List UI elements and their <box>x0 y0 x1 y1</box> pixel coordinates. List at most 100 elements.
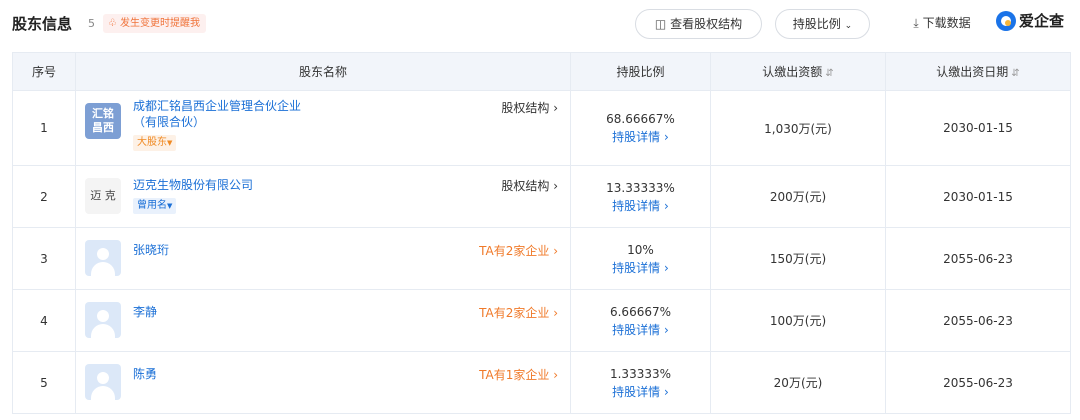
col-header-ratio: 持股比例 <box>570 52 711 91</box>
section-title: 股东信息 <box>12 15 73 33</box>
person-avatar <box>85 240 121 276</box>
share-ratio: 10% <box>627 242 654 257</box>
holding-detail-link[interactable]: 持股详情 › <box>571 259 710 277</box>
shareholder-name-link[interactable]: 成都汇铭昌西企业管理合伙企业 <box>133 98 301 114</box>
holding-detail-link[interactable]: 持股详情 › <box>571 383 710 401</box>
tag-label: 曾用名 <box>137 200 167 211</box>
company-logo-avatar: 迈 克 <box>85 178 121 214</box>
related-companies-link[interactable]: TA有2家企业 › <box>479 242 558 259</box>
date-cell: 2030-01-15 <box>885 165 1071 228</box>
brand-logo: 爱企查 <box>996 10 1064 38</box>
download-button[interactable]: ⤓ 下载数据 <box>896 9 988 39</box>
chevron-right-icon: › <box>553 368 558 382</box>
col-header-idx: 序号 <box>12 52 76 91</box>
equity-structure-label: 股权结构 <box>501 179 550 193</box>
caret-down-icon: ▼ <box>167 202 173 210</box>
shareholder-name-link[interactable]: 张晓珩 <box>133 242 169 258</box>
ratio-cell: 10% 持股详情 › <box>570 227 711 290</box>
shareholder-name-link[interactable]: 迈克生物股份有限公司 <box>133 177 253 193</box>
chevron-right-icon: › <box>553 101 558 115</box>
logo-text: 爱企查 <box>1019 12 1065 30</box>
holding-detail-link[interactable]: 持股详情 › <box>571 197 710 215</box>
col-header-amount-label: 认缴出资额 <box>762 65 823 79</box>
share-ratio: 68.66667% <box>606 112 675 126</box>
sort-icon[interactable]: ⇵ <box>1011 68 1019 79</box>
equity-structure-link[interactable]: 股权结构 › <box>501 99 558 116</box>
caret-down-icon: ▼ <box>167 139 173 147</box>
chevron-right-icon: › <box>664 260 669 275</box>
chevron-right-icon: › <box>553 179 558 193</box>
holding-detail-label: 持股详情 <box>612 384 661 399</box>
holding-detail-label: 持股详情 <box>612 322 661 337</box>
shareholder-cell: 张晓珩 TA有2家企业 › <box>75 227 571 290</box>
holding-detail-label: 持股详情 <box>612 260 661 275</box>
download-label: 下载数据 <box>922 16 971 30</box>
ratio-cell: 6.66667% 持股详情 › <box>570 289 711 352</box>
ratio-sort-label: 持股比例 <box>792 17 841 31</box>
section-header: 股东信息 5 ♧ 发生变更时提醒我 ◫ 查看股权结构 持股比例 ⌄ ⤓ 下载数据 爱企… <box>0 0 1080 48</box>
tag-label: 大股东 <box>137 137 167 148</box>
person-avatar <box>85 302 121 338</box>
person-avatar <box>85 364 121 400</box>
shareholder-cell: 汇铭 昌西 成都汇铭昌西企业管理合伙企业 （有限合伙） 大股东▼ 股权结构 › <box>75 90 571 166</box>
row-index: 2 <box>12 165 76 228</box>
ratio-sort-dropdown[interactable]: 持股比例 ⌄ <box>775 9 870 39</box>
shareholder-cell: 陈勇 TA有1家企业 › <box>75 351 571 414</box>
table-row: 2 迈 克 迈克生物股份有限公司 曾用名▼ 股权结构 › 13.33333% 持… <box>12 165 1071 228</box>
date-cell: 2055-06-23 <box>885 227 1071 290</box>
equity-structure-link[interactable]: 股权结构 › <box>501 177 558 194</box>
date-cell: 2055-06-23 <box>885 289 1071 352</box>
view-structure-button[interactable]: ◫ 查看股权结构 <box>635 9 762 39</box>
col-header-name: 股东名称 <box>75 52 571 91</box>
company-logo-avatar: 汇铭 昌西 <box>85 103 121 139</box>
sort-icon[interactable]: ⇵ <box>825 68 833 79</box>
ratio-cell: 1.33333% 持股详情 › <box>570 351 711 414</box>
chevron-right-icon: › <box>664 198 669 213</box>
shareholder-name-link[interactable]: 陈勇 <box>133 366 157 382</box>
download-icon: ⤓ <box>913 16 919 30</box>
share-ratio: 6.66667% <box>609 304 672 319</box>
share-ratio: 13.33333% <box>606 180 675 195</box>
shareholder-name-link[interactable]: 李静 <box>133 304 157 320</box>
row-index: 3 <box>12 227 76 290</box>
related-companies-link[interactable]: TA有1家企业 › <box>479 366 558 383</box>
amount-cell: 150万(元) <box>710 227 886 290</box>
related-companies-link[interactable]: TA有2家企业 › <box>479 304 558 321</box>
shareholder-count: 5 <box>88 17 95 30</box>
former-name-tag[interactable]: 曾用名▼ <box>133 198 177 214</box>
structure-icon: ◫ <box>654 17 667 31</box>
share-ratio: 1.33333% <box>609 366 672 381</box>
change-remind-button[interactable]: ♧ 发生变更时提醒我 <box>103 14 206 33</box>
chevron-right-icon: › <box>664 384 669 399</box>
chevron-right-icon: › <box>553 244 558 258</box>
col-header-date-label: 认缴出资日期 <box>936 65 1009 79</box>
holding-detail-link[interactable]: 持股详情 › <box>571 128 710 146</box>
related-companies-label: TA有2家企业 <box>479 306 550 320</box>
table-header-row: 序号 股东名称 持股比例 认缴出资额 ⇵ 认缴出资日期 ⇵ <box>12 52 1071 91</box>
remind-label: 发生变更时提醒我 <box>119 18 200 29</box>
table-row: 4 李静 TA有2家企业 › 6.66667% 持股详情 › 100万(元) 2… <box>12 289 1071 352</box>
shareholder-cell: 迈 克 迈克生物股份有限公司 曾用名▼ 股权结构 › <box>75 165 571 228</box>
amount-cell: 200万(元) <box>710 165 886 228</box>
chevron-right-icon: › <box>664 322 669 337</box>
holding-detail-link[interactable]: 持股详情 › <box>571 321 710 339</box>
ratio-cell: 13.33333% 持股详情 › <box>570 165 711 228</box>
holding-detail-label: 持股详情 <box>612 198 661 213</box>
shareholder-cell: 李静 TA有2家企业 › <box>75 289 571 352</box>
row-index: 1 <box>12 90 76 166</box>
major-shareholder-tag[interactable]: 大股东▼ <box>133 135 177 151</box>
table-row: 3 张晓珩 TA有2家企业 › 10% 持股详情 › 150万(元) 2055-… <box>12 227 1071 290</box>
col-header-date[interactable]: 认缴出资日期 ⇵ <box>885 52 1071 91</box>
related-companies-label: TA有1家企业 <box>479 368 550 382</box>
amount-cell: 20万(元) <box>710 351 886 414</box>
shareholder-name-link[interactable]: （有限合伙） <box>133 114 205 130</box>
equity-structure-label: 股权结构 <box>501 101 550 115</box>
amount-cell: 1,030万(元) <box>710 90 886 166</box>
shareholder-table: 序号 股东名称 持股比例 认缴出资额 ⇵ 认缴出资日期 ⇵ 1 汇铭 昌西 成都汇铭… <box>12 52 1071 414</box>
col-header-amount[interactable]: 认缴出资额 ⇵ <box>710 52 886 91</box>
table-row: 5 陈勇 TA有1家企业 › 1.33333% 持股详情 › 20万(元) 20… <box>12 351 1071 414</box>
related-companies-label: TA有2家企业 <box>479 244 550 258</box>
avatar-text: 昌西 <box>92 121 114 134</box>
date-cell: 2030-01-15 <box>885 90 1071 166</box>
ratio-cell: 68.66667% 持股详情 › <box>570 90 711 166</box>
